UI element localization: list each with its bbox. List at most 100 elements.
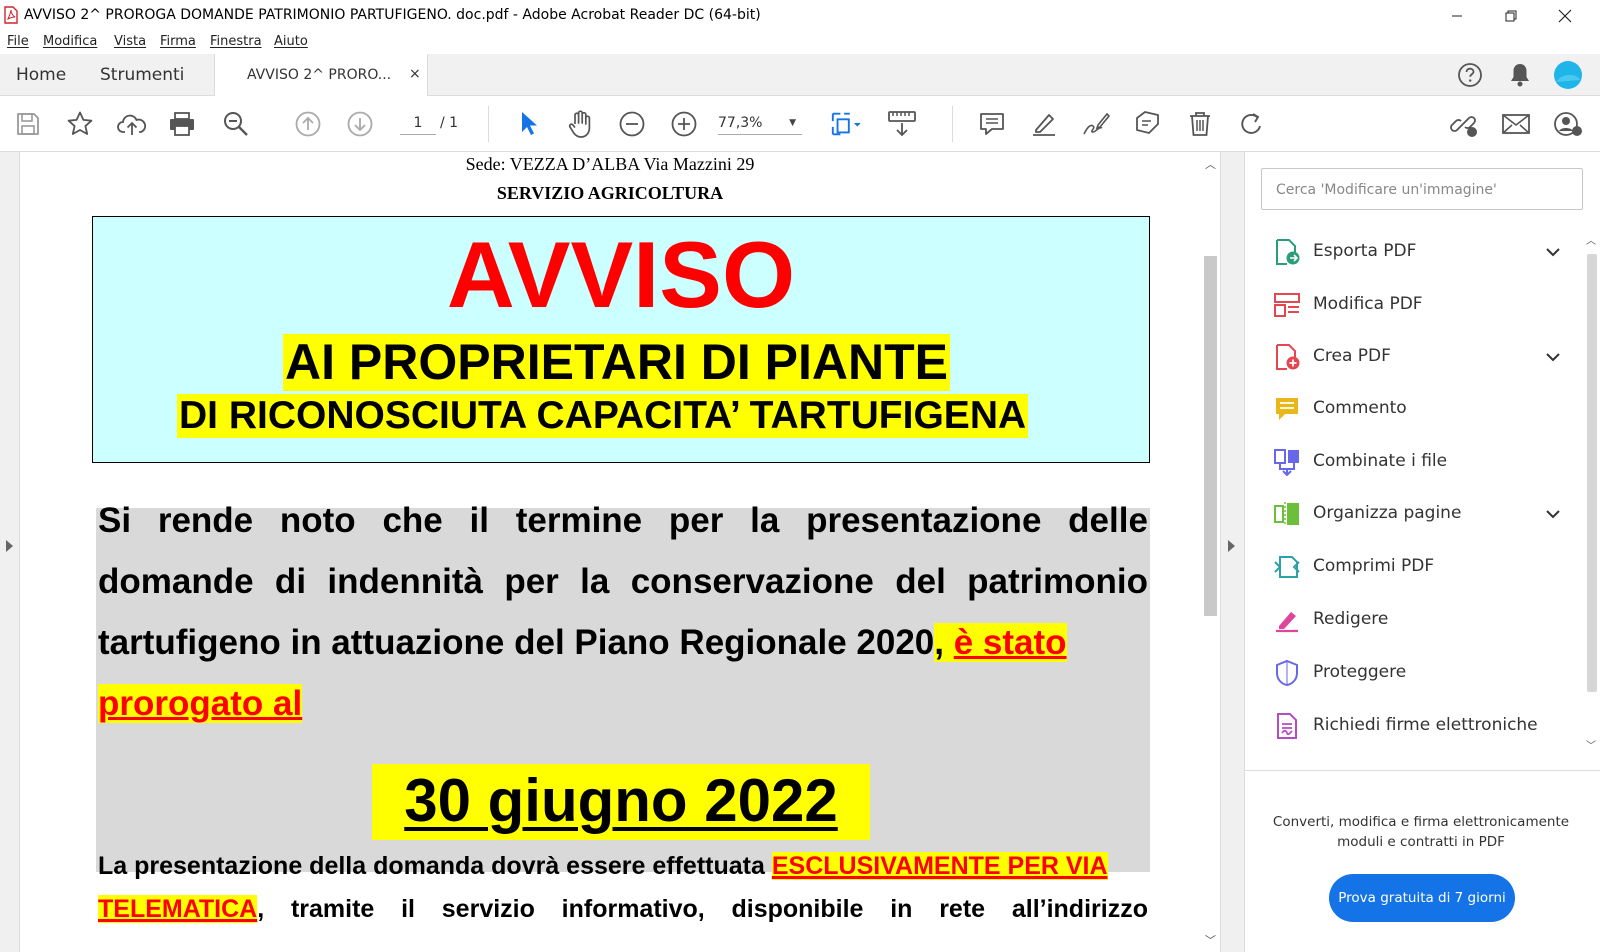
arrow-down-circle-icon [347, 111, 373, 137]
left-panel-toggle[interactable] [0, 152, 20, 952]
plus-circle-icon [671, 111, 697, 137]
tab-document[interactable]: AVVISO 2^ PRORO... × [214, 54, 428, 97]
word: il [469, 501, 489, 540]
next-page-button[interactable] [344, 108, 376, 140]
zoom-level-select[interactable]: 77,3% ▼ [718, 111, 802, 135]
account-button[interactable] [1553, 60, 1583, 90]
menu-finestra[interactable]: Finestra [210, 34, 262, 49]
close-window-button[interactable] [1538, 0, 1592, 32]
sign-button[interactable] [1080, 108, 1112, 140]
word: rete [939, 895, 986, 923]
delete-button[interactable] [1184, 108, 1216, 140]
chevron-down-icon[interactable] [1545, 349, 1561, 365]
scroll-up-icon[interactable]: ︿ [1586, 232, 1596, 247]
restore-icon [1505, 10, 1517, 22]
tool-label: Comprimi PDF [1313, 556, 1435, 576]
tool-label: Esporta PDF [1313, 241, 1417, 261]
help-button[interactable] [1455, 60, 1485, 90]
scroll-mode-icon [888, 111, 916, 137]
word: termine [515, 501, 643, 540]
hand-tool-button[interactable] [564, 108, 596, 140]
tools-search-input[interactable]: Cerca 'Modificare un'immagine' [1261, 168, 1583, 210]
fit-page-button[interactable] [830, 108, 862, 140]
chevron-down-icon[interactable] [1545, 506, 1561, 522]
scrollbar-thumb[interactable] [1204, 256, 1217, 616]
tool-modifica-pdf[interactable]: Modifica PDF [1269, 285, 1569, 325]
menu-file[interactable]: File [7, 34, 29, 49]
email-button[interactable] [1500, 108, 1532, 140]
document-tab-label: AVVISO 2^ PRORO... [247, 67, 392, 83]
tool-redigere[interactable]: Redigere [1269, 600, 1569, 640]
menu-firma[interactable]: Firma [160, 34, 196, 49]
chevron-down-icon[interactable] [1545, 244, 1561, 260]
select-tool-button[interactable] [512, 108, 544, 140]
deadline-date-box: 30 giugno 2022 [372, 764, 870, 840]
scroll-down-icon[interactable]: ﹀ [1586, 737, 1596, 752]
upload-cloud-button[interactable] [116, 108, 148, 140]
tools-scroll-thumb[interactable] [1587, 254, 1597, 692]
bookmark-button[interactable] [64, 108, 96, 140]
zoom-out-button[interactable] [616, 108, 648, 140]
tool-combinate-file[interactable]: Combinate i file [1269, 442, 1569, 482]
comment-icon [1276, 398, 1298, 420]
tool-label: Richiedi firme elettroniche [1313, 715, 1538, 735]
body-line-1-text: La presentazione della domanda dovrà ess… [98, 852, 765, 880]
zoom-in-button[interactable] [668, 108, 700, 140]
tool-richiedi-firme[interactable]: Richiedi firme elettroniche [1269, 706, 1569, 746]
menu-bar: File Modifica Vista Firma Finestra Aiuto [0, 32, 1600, 54]
tab-strumenti[interactable]: Strumenti [100, 65, 184, 85]
tool-commento[interactable]: Commento [1269, 389, 1569, 429]
word: all’indirizzo [1011, 895, 1148, 923]
tool-organizza-pagine[interactable]: Organizza pagine [1269, 494, 1569, 534]
menu-modifica[interactable]: Modifica [43, 34, 97, 49]
zoom-value: 77,3% [718, 115, 763, 131]
add-comment-button[interactable] [976, 108, 1008, 140]
tool-label: Modifica PDF [1313, 294, 1423, 314]
notice-comma: , [934, 623, 944, 662]
deadline-date: 30 giugno 2022 [404, 767, 838, 834]
tool-label: Crea PDF [1313, 346, 1391, 366]
rotate-button[interactable] [1236, 108, 1268, 140]
menu-vista[interactable]: Vista [114, 34, 146, 49]
document-scrollbar[interactable]: ︿ ﹀ [1200, 152, 1220, 952]
acrobat-pdf-icon [4, 6, 18, 24]
close-tab-icon[interactable]: × [409, 66, 421, 82]
highlight-button[interactable] [1028, 108, 1060, 140]
notice-space [944, 623, 954, 662]
save-button[interactable] [12, 108, 44, 140]
minimize-button[interactable] [1430, 0, 1484, 32]
zoom-out-search-button[interactable] [220, 108, 252, 140]
stamp-button[interactable] [1132, 108, 1164, 140]
menu-aiuto[interactable]: Aiuto [274, 34, 308, 49]
page-number-input[interactable]: 1 [400, 111, 436, 135]
right-panel-toggle[interactable] [1220, 152, 1244, 952]
save-icon [17, 113, 39, 135]
window-title: AVVISO 2^ PROROGA DOMANDE PATRIMONIO PAR… [24, 7, 761, 23]
trash-icon [1190, 112, 1210, 136]
telematic-emphasis: ESCLUSIVAMENTE PER VIA [771, 852, 1108, 880]
scroll-down-icon[interactable]: ﹀ [1205, 932, 1216, 948]
tool-crea-pdf[interactable]: Crea PDF [1269, 337, 1569, 377]
scroll-up-icon[interactable]: ︿ [1205, 156, 1216, 172]
tool-proteggere[interactable]: Proteggere [1269, 653, 1569, 693]
word: per [668, 501, 724, 540]
tab-home[interactable]: Home [16, 65, 66, 85]
tools-panel: Cerca 'Modificare un'immagine' Esporta P… [1244, 152, 1600, 952]
tool-comprimi-pdf[interactable]: Comprimi PDF [1269, 547, 1569, 587]
share-link-button[interactable] [1448, 108, 1480, 140]
scroll-mode-button[interactable] [886, 108, 918, 140]
free-trial-button[interactable]: Prova gratuita di 7 giorni [1329, 874, 1515, 922]
acrobat-window: AVVISO 2^ PROROGA DOMANDE PATRIMONIO PAR… [0, 0, 1600, 952]
previous-page-button[interactable] [292, 108, 324, 140]
sign-pen-icon [1083, 112, 1111, 135]
tools-panel-scrollbar[interactable]: ︿ ﹀ [1585, 232, 1599, 752]
protect-icon [1276, 659, 1298, 687]
print-button[interactable] [166, 108, 198, 140]
notifications-button[interactable] [1505, 60, 1535, 90]
minus-circle-icon [619, 111, 645, 137]
request-signatures-icon [1277, 713, 1297, 739]
notice-line-2: domande di indennità per la conservazion… [98, 562, 1148, 601]
restore-button[interactable] [1484, 0, 1538, 32]
add-user-button[interactable] [1552, 108, 1584, 140]
tool-esporta-pdf[interactable]: Esporta PDF [1269, 232, 1569, 272]
